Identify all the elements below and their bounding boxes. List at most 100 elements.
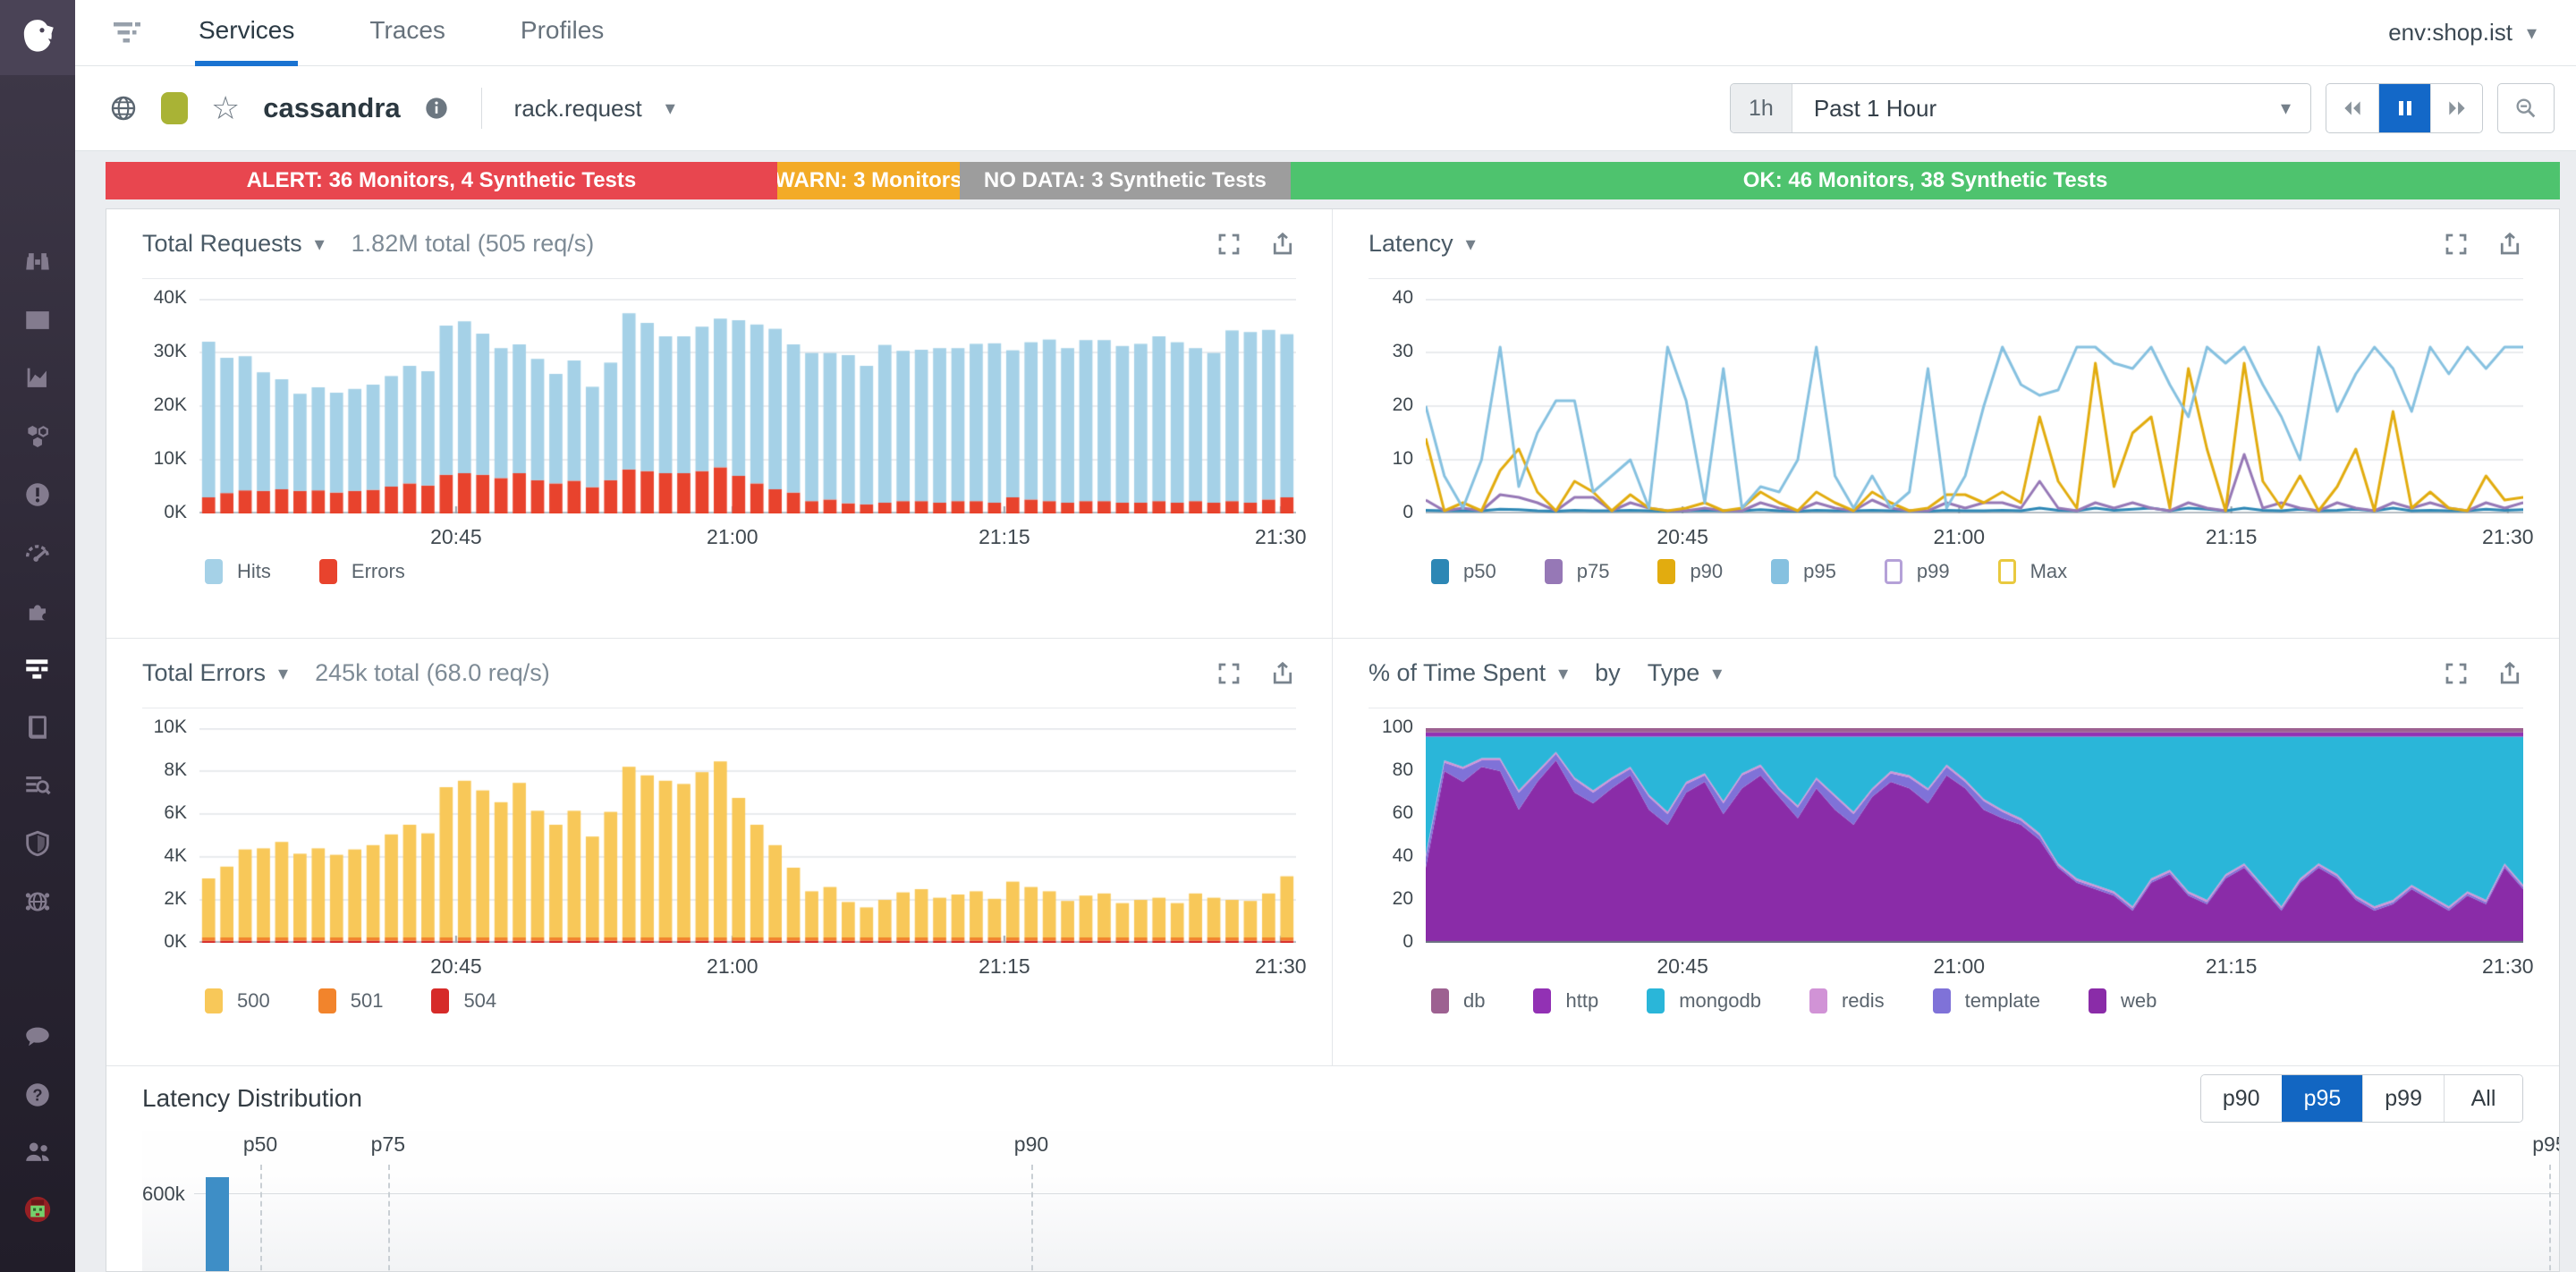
monitors-alert-icon[interactable] xyxy=(22,479,53,510)
chat-icon[interactable] xyxy=(22,1022,53,1053)
service-header: ☆ cassandra rack.request ▾ 1h Past 1 Hou… xyxy=(75,66,2576,151)
total-requests-chart[interactable]: 0K10K20K30K40K20:4521:0021:1521:30HitsEr… xyxy=(142,299,1296,584)
users-icon[interactable] xyxy=(22,1137,53,1167)
total-errors-title[interactable]: Total Errors▾ xyxy=(142,659,288,687)
percentile-button-p95[interactable]: p95 xyxy=(2282,1075,2363,1122)
export-icon[interactable] xyxy=(2496,231,2523,258)
event-stream-icon[interactable] xyxy=(22,305,53,335)
total-errors-chart[interactable]: 0K2K4K6K8K10K20:4521:0021:1521:305005015… xyxy=(142,728,1296,1013)
export-icon[interactable] xyxy=(1269,660,1296,687)
time-range-selector[interactable]: 1h Past 1 Hour ▾ xyxy=(1730,83,2311,133)
favorite-star-icon[interactable]: ☆ xyxy=(211,92,240,124)
export-icon[interactable] xyxy=(2496,660,2523,687)
info-icon[interactable] xyxy=(424,96,449,121)
metrics-chart-icon[interactable] xyxy=(22,363,53,394)
zoom-out-cell xyxy=(2498,84,2554,132)
legend-item-max[interactable]: Max xyxy=(1998,559,2068,584)
notebooks-icon[interactable] xyxy=(22,712,53,742)
latency-chart[interactable]: 01020304020:4521:0021:1521:30p50p75p90p9… xyxy=(1368,299,2523,584)
time-spent-title[interactable]: % of Time Spent▾ xyxy=(1368,659,1568,687)
fast-forward-button[interactable] xyxy=(2430,84,2482,132)
tab-profiles[interactable]: Profiles xyxy=(517,0,607,66)
total-errors-summary: 245k total (68.0 req/s) xyxy=(315,659,550,687)
legend-item-p75[interactable]: p75 xyxy=(1545,559,1610,584)
expand-icon[interactable] xyxy=(1216,660,1242,687)
top-nav: Services Traces Profiles env:shop.ist ▾ xyxy=(75,0,2576,66)
total-requests-card: Total Requests▾ 1.82M total (505 req/s) … xyxy=(106,209,1333,639)
env-selector[interactable]: env:shop.ist ▾ xyxy=(2388,19,2537,47)
percentile-button-p90[interactable]: p90 xyxy=(2201,1075,2282,1122)
expand-icon[interactable] xyxy=(1216,231,1242,258)
legend-item-mongodb[interactable]: mongodb xyxy=(1647,988,1761,1013)
env-label: env:shop.ist xyxy=(2388,19,2512,47)
dist-histogram-bar[interactable] xyxy=(206,1177,229,1272)
legend-item-p95[interactable]: p95 xyxy=(1771,559,1836,584)
security-shield-icon[interactable] xyxy=(22,828,53,859)
legend-item-p50[interactable]: p50 xyxy=(1431,559,1496,584)
x-axis: 20:4521:0021:1521:30 xyxy=(1426,518,2523,548)
card-actions xyxy=(2443,660,2523,687)
time-spent-by-label: by xyxy=(1595,659,1621,687)
apm-icon[interactable] xyxy=(22,654,53,684)
percentile-button-group: p90p95p99All xyxy=(2200,1074,2523,1123)
latency-distribution-chart[interactable]: 600kp50p75p90p95 xyxy=(142,1131,2559,1271)
user-avatar[interactable] xyxy=(22,1194,53,1225)
time_spent-plot[interactable] xyxy=(1426,728,2523,947)
synthetics-globe-icon[interactable] xyxy=(22,886,53,917)
total-requests-header: Total Requests▾ 1.82M total (505 req/s) xyxy=(142,209,1296,279)
legend-item-template[interactable]: template xyxy=(1933,988,2040,1013)
chevron-down-icon: ▾ xyxy=(1466,233,1476,256)
expand-icon[interactable] xyxy=(2443,660,2470,687)
service-identity: ☆ cassandra rack.request ▾ xyxy=(109,88,675,129)
legend-item-web[interactable]: web xyxy=(2089,988,2157,1013)
magnifier-minus-icon xyxy=(2513,96,2538,121)
nav-tabs: Services Traces Profiles xyxy=(195,0,607,66)
chevron-down-icon: ▾ xyxy=(1558,662,1568,685)
legend-item-501[interactable]: 501 xyxy=(318,988,384,1013)
operation-selector[interactable]: rack.request xyxy=(514,95,642,123)
help-icon[interactable]: ? xyxy=(22,1080,53,1110)
logs-icon[interactable] xyxy=(22,770,53,801)
zoom-out-button[interactable] xyxy=(2497,83,2555,133)
legend-item-p99[interactable]: p99 xyxy=(1885,559,1950,584)
legend-item-p90[interactable]: p90 xyxy=(1657,559,1723,584)
monitor-status-segment[interactable]: WARN: 3 Monitors xyxy=(777,162,960,199)
tab-traces[interactable]: Traces xyxy=(366,0,449,66)
watchdog-binoculars-icon[interactable] xyxy=(22,247,53,277)
legend-item-hits[interactable]: Hits xyxy=(205,559,271,584)
pause-button[interactable] xyxy=(2378,84,2430,132)
integrations-puzzle-icon[interactable] xyxy=(22,596,53,626)
percentile-button-p99[interactable]: p99 xyxy=(2362,1075,2444,1122)
monitor-status-segment[interactable]: ALERT: 36 Monitors, 4 Synthetic Tests xyxy=(106,162,777,199)
datadog-logo[interactable] xyxy=(0,0,75,75)
legend-item-http[interactable]: http xyxy=(1533,988,1598,1013)
time-spent-chart[interactable]: 02040608010020:4521:0021:1521:30dbhttpmo… xyxy=(1368,728,2523,1013)
service-color-swatch xyxy=(161,92,188,124)
export-icon[interactable] xyxy=(1269,231,1296,258)
total-requests-summary: 1.82M total (505 req/s) xyxy=(352,230,595,258)
legend-item-db[interactable]: db xyxy=(1431,988,1485,1013)
time-spent-group-selector[interactable]: Type▾ xyxy=(1648,659,1723,687)
latency-title[interactable]: Latency▾ xyxy=(1368,230,1476,258)
latency-plot[interactable] xyxy=(1426,299,2523,518)
total_errors-plot[interactable] xyxy=(199,728,1296,947)
infrastructure-hexagons-icon[interactable] xyxy=(22,421,53,452)
monitor-status-segment[interactable]: NO DATA: 3 Synthetic Tests xyxy=(960,162,1291,199)
expand-icon[interactable] xyxy=(2443,231,2470,258)
legend-item-errors[interactable]: Errors xyxy=(319,559,405,584)
legend-item-504[interactable]: 504 xyxy=(431,988,496,1013)
percentile-button-all[interactable]: All xyxy=(2444,1075,2522,1122)
x-axis: 20:4521:0021:1521:30 xyxy=(199,947,1296,978)
tab-services[interactable]: Services xyxy=(195,0,298,66)
legend-item-500[interactable]: 500 xyxy=(205,988,270,1013)
chart-legend: p50 p75 p90 p95 p99 Max xyxy=(1431,559,2523,584)
total_requests-plot[interactable] xyxy=(199,299,1296,518)
total-requests-title[interactable]: Total Requests▾ xyxy=(142,230,325,258)
legend-item-redis[interactable]: redis xyxy=(1809,988,1885,1013)
dist-marker-label-p50: p50 xyxy=(243,1132,277,1157)
rewind-button[interactable] xyxy=(2326,84,2378,132)
time-range-label: Past 1 Hour xyxy=(1792,95,1936,123)
main-area: Services Traces Profiles env:shop.ist ▾ … xyxy=(75,0,2576,1272)
gauge-icon[interactable] xyxy=(22,538,53,568)
monitor-status-segment[interactable]: OK: 46 Monitors, 38 Synthetic Tests xyxy=(1291,162,2560,199)
